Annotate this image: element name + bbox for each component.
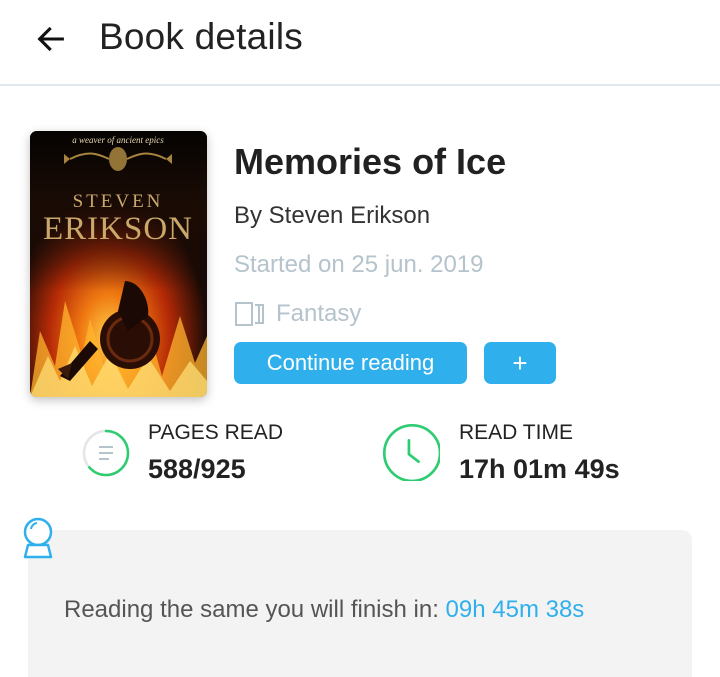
book-genre: Fantasy (234, 298, 361, 330)
add-button[interactable]: + (484, 342, 556, 384)
pages-read-value: 588/925 (148, 454, 246, 484)
finish-estimate-label: Reading the same you will finish in: (64, 596, 446, 623)
cover-tagline: a weaver of ancient epics (72, 135, 164, 145)
app-bar: Book details (0, 0, 720, 86)
read-time-label: READ TIME (459, 421, 573, 444)
book-author: By Steven Erikson (234, 202, 431, 229)
document-progress-icon (82, 429, 130, 477)
clock-icon (382, 423, 440, 481)
book-open-icon (235, 302, 264, 326)
book-title: Memories of Ice (234, 141, 507, 182)
back-button[interactable] (30, 18, 72, 60)
book-cover: a weaver of ancient epics STEVEN ERIKSON (30, 131, 207, 397)
finish-estimate-value: 09h 45m 38s (445, 596, 585, 623)
arrow-left-icon (37, 26, 64, 52)
continue-reading-button[interactable]: Continue reading (234, 342, 467, 384)
finish-estimate-text: Reading the same you will finish in: 09h… (64, 596, 584, 624)
finish-estimate-card: Reading the same you will finish in: 09h… (28, 530, 692, 677)
crystal-ball-icon (23, 517, 53, 559)
cover-author-last: ERIKSON (43, 211, 193, 247)
read-time-value: 17h 01m 49s (459, 454, 620, 484)
page-title: Book details (99, 16, 303, 57)
cover-author-first: STEVEN (73, 191, 164, 212)
genre-label: Fantasy (276, 300, 362, 327)
pages-read-label: PAGES READ (148, 421, 283, 444)
book-started-date: Started on 25 jun. 2019 (234, 251, 484, 278)
read-time-stat: READ TIME 17h 01m 49s (380, 418, 680, 488)
pages-read-stat: PAGES READ 588/925 (82, 418, 362, 488)
